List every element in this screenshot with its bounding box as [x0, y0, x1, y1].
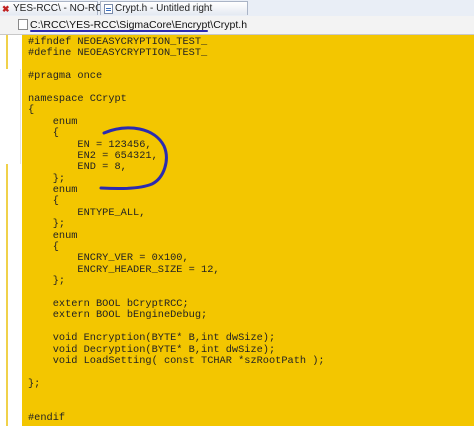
tab-compare-folders[interactable]: ✖ YES-RCC\ - NO-RCC\ [0, 1, 112, 15]
file-icon [18, 19, 28, 30]
tab-label: YES-RCC\ - NO-RCC\ [13, 3, 113, 14]
code-line[interactable]: void Encryption(BYTE* B,int dwSize); [28, 332, 325, 344]
file-path-bar: C:\RCC\YES-RCC\SigmaCore\Encrypt\Crypt.h [0, 16, 474, 35]
code-line[interactable] [28, 390, 325, 401]
tab-crypt-file[interactable]: Crypt.h - Untitled right [100, 1, 248, 15]
code-line[interactable]: ENTYPE_ALL, [28, 207, 325, 219]
code-line[interactable]: }; [28, 378, 325, 390]
file-icon [104, 4, 113, 14]
code-text[interactable]: #ifndef NEOEASYCRYPTION_TEST_ #define NEO… [28, 36, 325, 424]
code-line[interactable]: #pragma once [28, 70, 325, 82]
tab-label: Crypt.h - Untitled right [115, 3, 213, 14]
code-line[interactable]: { [28, 127, 325, 139]
code-line[interactable] [28, 367, 325, 378]
code-line[interactable]: enum [28, 230, 325, 242]
gutter-overview [0, 69, 21, 164]
path-underline-annotation [30, 30, 208, 32]
editor-gutter [0, 35, 21, 426]
code-line[interactable]: enum [28, 184, 325, 196]
code-line[interactable]: extern BOOL bEngineDebug; [28, 309, 325, 321]
code-line[interactable]: END = 8, [28, 161, 325, 173]
code-line[interactable]: }; [28, 218, 325, 230]
code-line[interactable]: }; [28, 275, 325, 287]
code-line[interactable] [28, 402, 325, 413]
tab-bar: ✖ YES-RCC\ - NO-RCC\ Crypt.h - Untitled … [0, 0, 474, 17]
code-line[interactable]: #define NEOEASYCRYPTION_TEST_ [28, 47, 325, 59]
close-x-icon: ✖ [2, 4, 10, 14]
code-line[interactable]: void LoadSetting( const TCHAR *szRootPat… [28, 355, 325, 367]
code-line[interactable]: ENCRY_HEADER_SIZE = 12, [28, 264, 325, 276]
code-line[interactable]: namespace CCrypt [28, 93, 325, 105]
code-editor[interactable]: #ifndef NEOEASYCRYPTION_TEST_ #define NEO… [22, 35, 474, 426]
code-line[interactable]: enum [28, 116, 325, 128]
code-line[interactable]: #endif [28, 412, 325, 424]
